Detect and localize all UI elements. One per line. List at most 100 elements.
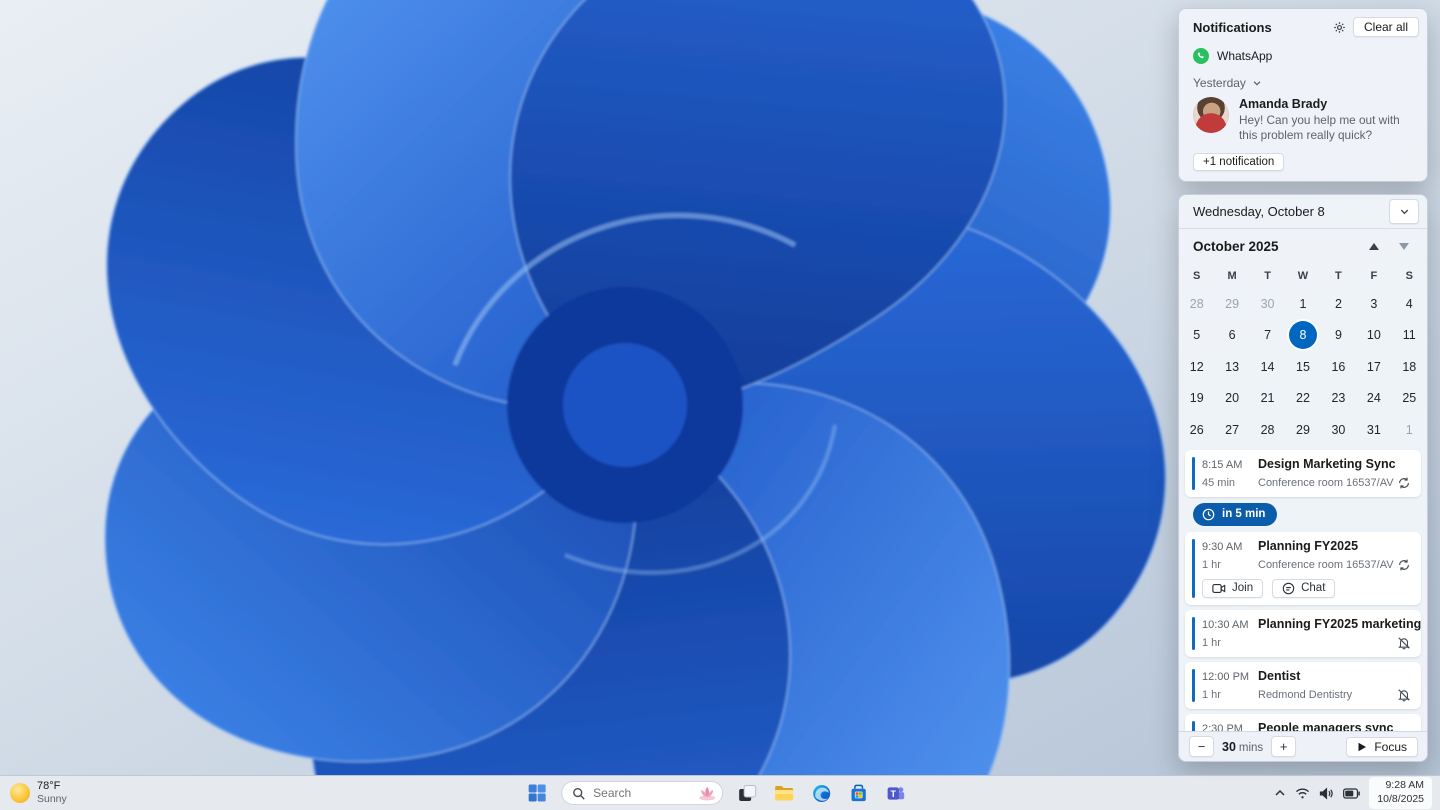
calendar-day[interactable]: 13 (1214, 351, 1249, 383)
calendar-day-selected[interactable]: 8 (1285, 320, 1320, 352)
calendar-day[interactable]: 21 (1250, 383, 1285, 415)
event-card[interactable]: 9:30 AM Planning FY2025 1 hr Conference roo… (1185, 531, 1421, 605)
clock-time: 9:28 AM (1385, 779, 1424, 792)
recurring-icon (1397, 476, 1411, 490)
edge-browser-button[interactable] (808, 780, 834, 806)
join-button[interactable]: Join (1202, 578, 1264, 598)
increase-duration-button[interactable]: + (1271, 736, 1297, 757)
weekday-label: S (1405, 270, 1413, 282)
next-month-button[interactable] (1399, 243, 1409, 250)
calendar-day[interactable]: 15 (1285, 351, 1320, 383)
calendar-day[interactable]: 14 (1250, 351, 1285, 383)
notification-item[interactable]: Amanda Brady Hey! Can you help me out wi… (1179, 92, 1427, 146)
calendar-day[interactable]: 2 (1321, 288, 1356, 320)
calendar-month-header: October 2025 (1179, 229, 1427, 264)
previous-month-button[interactable] (1369, 243, 1379, 250)
focus-button[interactable]: Focus (1346, 736, 1418, 757)
calendar-day[interactable]: 11 (1392, 320, 1427, 352)
calendar-weekday-row: SMTWTFS (1179, 264, 1427, 288)
clock[interactable]: 9:28 AM 10/8/2025 (1369, 777, 1432, 809)
battery-icon[interactable] (1343, 787, 1361, 799)
clear-all-button[interactable]: Clear all (1352, 17, 1419, 37)
calendar-day[interactable]: 1 (1392, 414, 1427, 446)
calendar-day[interactable]: 29 (1285, 414, 1320, 446)
event-duration: 45 min (1202, 476, 1236, 489)
weather-temp: 78°F (37, 780, 61, 793)
notifications-panel: Notifications Clear all WhatsApp Yesterd… (1178, 8, 1428, 182)
calendar-day[interactable]: 28 (1250, 414, 1285, 446)
calendar-day[interactable]: 30 (1321, 414, 1356, 446)
calendar-day[interactable]: 20 (1214, 383, 1249, 415)
file-explorer-button[interactable] (771, 780, 797, 806)
weather-widget[interactable]: 78°F Sunny (10, 776, 67, 810)
calendar-day[interactable]: 10 (1356, 320, 1391, 352)
event-card[interactable]: 12:00 PM Dentist 1 hr Redmond Dentistry (1185, 661, 1421, 709)
avatar (1193, 97, 1229, 133)
search-box[interactable] (561, 781, 724, 805)
edge-icon (812, 784, 830, 802)
calendar-day[interactable]: 17 (1356, 351, 1391, 383)
calendar-day[interactable]: 7 (1250, 320, 1285, 352)
calendar-day[interactable]: 23 (1321, 383, 1356, 415)
calendar-day[interactable]: 19 (1179, 383, 1214, 415)
calendar-day[interactable]: 5 (1179, 320, 1214, 352)
calendar-day[interactable]: 1 (1285, 288, 1320, 320)
weekday-label: W (1297, 270, 1309, 282)
calendar-day[interactable]: 18 (1392, 351, 1427, 383)
notification-sender: Amanda Brady (1239, 97, 1328, 111)
wifi-icon[interactable] (1295, 787, 1310, 800)
notification-section-label: Yesterday (1193, 76, 1246, 90)
focus-duration-value: 30 (1222, 739, 1236, 754)
calendar-day[interactable]: 29 (1214, 288, 1249, 320)
decrease-duration-button[interactable]: − (1189, 736, 1214, 757)
search-input[interactable] (591, 785, 692, 801)
notification-settings-button[interactable] (1327, 16, 1353, 38)
calendar-day[interactable]: 16 (1321, 351, 1356, 383)
calendar-day[interactable]: 3 (1356, 288, 1391, 320)
reminder-badge: in 5 min (1193, 502, 1278, 526)
calendar-day[interactable]: 28 (1179, 288, 1214, 320)
start-button[interactable] (524, 780, 550, 806)
calendar-day[interactable]: 31 (1356, 414, 1391, 446)
task-view-icon (738, 784, 756, 801)
whatsapp-icon (1193, 48, 1209, 64)
system-tray: 9:28 AM 10/8/2025 (1274, 776, 1432, 810)
event-location: Redmond Dentistry (1258, 688, 1353, 701)
volume-icon[interactable] (1319, 787, 1334, 800)
notification-group-whatsapp[interactable]: WhatsApp (1179, 43, 1427, 70)
calendar-day[interactable]: 26 (1179, 414, 1214, 446)
event-title: Planning FY2025 marketing (1258, 616, 1422, 631)
calendar-collapse-button[interactable] (1389, 199, 1419, 224)
event-card[interactable]: 8:15 AM Design Marketing Sync 45 min Confer… (1185, 449, 1421, 497)
notifications-header: Notifications Clear all (1179, 9, 1427, 43)
notification-section-toggle[interactable]: Yesterday (1179, 70, 1427, 92)
more-notifications-button[interactable]: +1 notification (1193, 152, 1285, 171)
taskbar-center: T (524, 776, 908, 810)
desktop: Notifications Clear all WhatsApp Yesterd… (0, 0, 1440, 810)
task-view-button[interactable] (734, 780, 760, 806)
chevron-down-icon (1253, 81, 1261, 86)
event-title: Design Marketing Sync (1258, 456, 1396, 471)
calendar-day[interactable]: 6 (1214, 320, 1249, 352)
calendar-day[interactable]: 9 (1321, 320, 1356, 352)
microsoft-store-button[interactable] (845, 780, 871, 806)
recurring-icon (1397, 558, 1411, 572)
notifications-title: Notifications (1193, 19, 1272, 35)
calendar-day[interactable]: 27 (1214, 414, 1249, 446)
weekday-label: T (1264, 270, 1271, 282)
chat-button[interactable]: Chat (1272, 578, 1336, 598)
calendar-day[interactable]: 12 (1179, 351, 1214, 383)
calendar-day[interactable]: 4 (1392, 288, 1427, 320)
event-location: Conference room 16537/AV (1258, 558, 1394, 571)
event-time: 8:15 AM (1202, 458, 1243, 471)
teams-button[interactable]: T (882, 780, 908, 806)
chevron-down-icon (1400, 209, 1408, 215)
search-icon (573, 787, 585, 800)
event-card[interactable]: 10:30 AM Planning FY2025 marketing 1 hr (1185, 609, 1422, 657)
weekday-label: F (1370, 270, 1378, 282)
calendar-day[interactable]: 24 (1356, 383, 1391, 415)
calendar-day[interactable]: 22 (1285, 383, 1320, 415)
calendar-day[interactable]: 25 (1392, 383, 1427, 415)
hidden-icons-chevron[interactable] (1274, 787, 1286, 799)
calendar-day[interactable]: 30 (1250, 288, 1285, 320)
